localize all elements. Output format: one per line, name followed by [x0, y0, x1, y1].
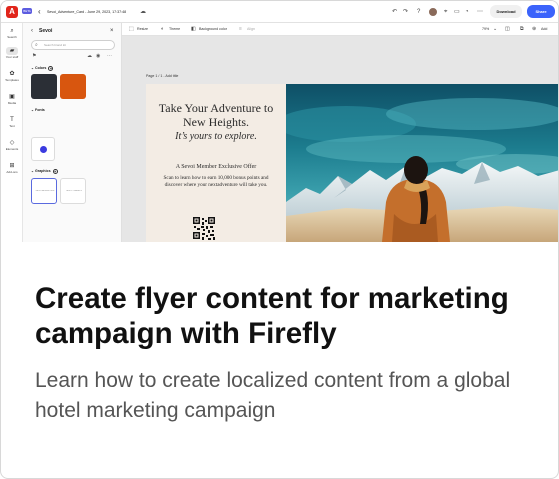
graphics-section-header[interactable]: ⌄ Graphics + — [31, 168, 58, 174]
resize-button[interactable]: Resize — [137, 25, 148, 34]
search-icon: ⌕ — [35, 42, 38, 48]
flyer-photo[interactable] — [286, 84, 559, 242]
background-color-button[interactable]: Background color — [199, 25, 227, 34]
section-label: Colors — [35, 66, 47, 70]
app-topbar: A BETA ‹ Sevoi_Adventure_Card - June 29,… — [1, 1, 558, 23]
panel-back-icon[interactable]: ‹ — [31, 27, 33, 35]
rail-item-label: Search — [7, 35, 17, 39]
colors-section-header[interactable]: ⌄ Colors + — [31, 65, 54, 71]
article-title[interactable]: Create flyer content for marketing campa… — [35, 281, 555, 351]
font-dot — [40, 146, 47, 153]
article-card[interactable]: A BETA ‹ Sevoi_Adventure_Card - June 29,… — [0, 0, 559, 479]
align-icon: ≡ — [239, 26, 242, 32]
rail-item-label: Media — [7, 101, 17, 105]
rail-item-text[interactable]: T Text — [1, 116, 23, 128]
notifications-icon[interactable]: ◔ — [465, 6, 469, 18]
rail-item-label: Elements — [5, 147, 19, 151]
align-button[interactable]: Align — [247, 25, 255, 34]
rail-item-templates[interactable]: ✿ Templates — [1, 70, 23, 82]
user-icon[interactable]: ◉ — [96, 53, 100, 60]
graphic-label: SEVOI TRAVELS — [66, 190, 82, 192]
redo-icon[interactable]: ↷ — [403, 6, 408, 18]
search-placeholder: Search brand kit — [44, 43, 66, 47]
theme-button[interactable]: Theme — [169, 25, 180, 34]
text-icon: T — [10, 117, 14, 123]
background-color-icon: ◧ — [191, 26, 196, 32]
download-button[interactable]: Download — [490, 5, 522, 18]
fonts-section-header[interactable]: ⌄ Fonts — [31, 107, 45, 113]
add-button[interactable]: Add — [541, 25, 547, 34]
media-icon: ▣ — [9, 94, 15, 100]
rail-item-elements[interactable]: ◇ Elements — [1, 139, 23, 151]
resize-icon: ⬚ — [129, 26, 134, 32]
brand-icon[interactable]: ⚑ — [32, 53, 36, 60]
flyer-page[interactable]: Take Your Adventure to New Heights. It’s… — [146, 84, 559, 242]
rail-item-label: Add-ons — [6, 170, 18, 174]
canvas-area[interactable]: Page 1 / 1 - Add title Take Your Adventu… — [122, 36, 559, 242]
app-logo[interactable]: A — [6, 6, 18, 18]
chevron-down-icon[interactable]: ⌄ — [493, 25, 497, 34]
search-input[interactable]: ⌕ Search brand kit — [31, 40, 115, 50]
beta-badge: BETA — [22, 8, 32, 14]
add-graphic-icon[interactable]: + — [52, 168, 58, 174]
graphic-tile[interactable]: SEVOI ADVENTURE — [31, 178, 57, 204]
rail-item-search[interactable]: ⌕ Search — [1, 27, 23, 39]
elements-icon: ◇ — [9, 140, 15, 146]
left-rail: ⌕ Search ▰ Your stuff ✿ Templates ▣ Medi… — [1, 23, 23, 242]
graphic-tile[interactable]: SEVOI TRAVELS — [60, 178, 86, 204]
section-label: Graphics — [35, 169, 51, 173]
close-icon[interactable]: × — [110, 27, 114, 35]
page-label[interactable]: Page 1 / 1 - Add title — [146, 73, 178, 79]
flyer-offer-title[interactable]: A Sevoi Member Exclusive Offer — [146, 163, 286, 171]
color-swatch[interactable] — [60, 74, 86, 99]
back-arrow-icon[interactable]: ‹ — [38, 6, 41, 18]
graphic-label: SEVOI ADVENTURE — [35, 190, 55, 192]
flyer-offer-body[interactable]: Scan to learn how to earn 10,000 bonus p… — [162, 175, 270, 189]
share-button[interactable]: Share — [527, 5, 555, 18]
article-description: Learn how to create localized content fr… — [35, 369, 511, 422]
zoom-select[interactable]: 79% — [482, 25, 489, 34]
app-screenshot: A BETA ‹ Sevoi_Adventure_Card - June 29,… — [1, 1, 559, 242]
add-icon[interactable]: ⊕ — [532, 25, 536, 34]
flyer-headline[interactable]: Take Your Adventure to New Heights. — [146, 101, 286, 129]
section-label: Fonts — [35, 108, 45, 112]
theme-icon: ◐ — [161, 26, 165, 32]
qr-code[interactable] — [193, 217, 215, 242]
brand-panel: ‹ Sevoi × ⌕ Search brand kit ⚑ ☁ ◉ ⋯ ⌄ C… — [23, 23, 122, 242]
templates-icon: ✿ — [9, 71, 15, 77]
color-swatch[interactable] — [31, 74, 57, 99]
undo-icon[interactable]: ↶ — [392, 6, 397, 18]
location-icon[interactable]: ⌖ — [444, 6, 447, 18]
rail-item-addons[interactable]: ⊞ Add-ons — [1, 162, 23, 174]
cloud-icon[interactable]: ☁ — [87, 53, 92, 60]
rail-item-label: Your stuff — [5, 55, 19, 59]
rail-item-label: Templates — [5, 78, 19, 82]
flyer-tagline[interactable]: It’s yours to explore. — [146, 131, 286, 143]
more-icon[interactable]: ⋯ — [477, 6, 483, 18]
duplicate-icon[interactable]: ⧉ — [520, 25, 524, 34]
layers-icon[interactable]: ◫ — [505, 25, 510, 34]
canvas-toolbar: ⬚ Resize ◐ Theme ◧ Background color ≡ Al… — [122, 23, 558, 36]
rail-item-your-stuff[interactable]: ▰ Your stuff — [1, 47, 23, 59]
rail-item-media[interactable]: ▣ Media — [1, 93, 23, 105]
comment-icon[interactable]: ▭ — [454, 6, 460, 18]
panel-title: Sevoi — [39, 28, 53, 34]
add-color-icon[interactable]: + — [48, 65, 54, 71]
rail-item-label: Text — [9, 124, 15, 128]
more-icon[interactable]: ⋯ — [107, 53, 112, 60]
search-icon: ⌕ — [10, 28, 14, 34]
avatar[interactable] — [428, 7, 438, 17]
document-title[interactable]: Sevoi_Adventure_Card - June 29, 2023, 17… — [47, 7, 126, 17]
font-tile[interactable] — [31, 137, 55, 161]
cloud-sync-icon: ☁ — [140, 9, 146, 15]
folder-icon: ▰ — [6, 47, 18, 55]
addons-icon: ⊞ — [9, 163, 15, 169]
help-icon[interactable]: ? — [417, 6, 420, 18]
